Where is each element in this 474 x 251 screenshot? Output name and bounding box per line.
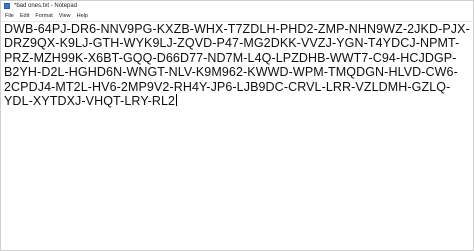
menu-help[interactable]: Help [74,11,91,21]
notepad-window: *bad ones.txt - Notepad File Edit Format… [0,0,474,251]
menu-file[interactable]: File [2,11,17,21]
editor-line: B2YH-D2L-HGHD6N-WNGT-NLV-K9M962-KWWD-WPM… [4,65,458,80]
editor-line-text: YDL-XYTDXJ-VHQT-LRY-RL2 [4,94,176,109]
title-bar[interactable]: *bad ones.txt - Notepad [1,1,473,11]
text-caret [176,94,178,107]
editor-last-line: YDL-XYTDXJ-VHQT-LRY-RL2 [1,94,473,108]
menu-view[interactable]: View [56,11,74,21]
menu-edit[interactable]: Edit [17,11,32,21]
editor-line: 2CPDJ4-MT2L-HV6-2MP9V2-RH4Y-JP6-LJB9DC-C… [4,79,451,94]
window-title: *bad ones.txt - Notepad [14,3,78,9]
editor-line: PRZ-MZH99K-X6BT-GQQ-D66D77-ND7M-L4Q-LPZD… [4,50,457,65]
menu-bar: File Edit Format View Help [1,11,473,22]
text-editor[interactable]: DWB-64PJ-DR6-NNV9PG-KXZB-WHX-T7ZDLH-PHD2… [1,22,473,250]
menu-format[interactable]: Format [32,11,55,21]
notepad-icon [4,3,10,9]
editor-line: DWB-64PJ-DR6-NNV9PG-KXZB-WHX-T7ZDLH-PHD2… [4,22,470,36]
editor-line: DRZ9QX-K9LJ-GTH-WYK9LJ-ZQVD-P47-MG2DKK-V… [4,36,460,51]
